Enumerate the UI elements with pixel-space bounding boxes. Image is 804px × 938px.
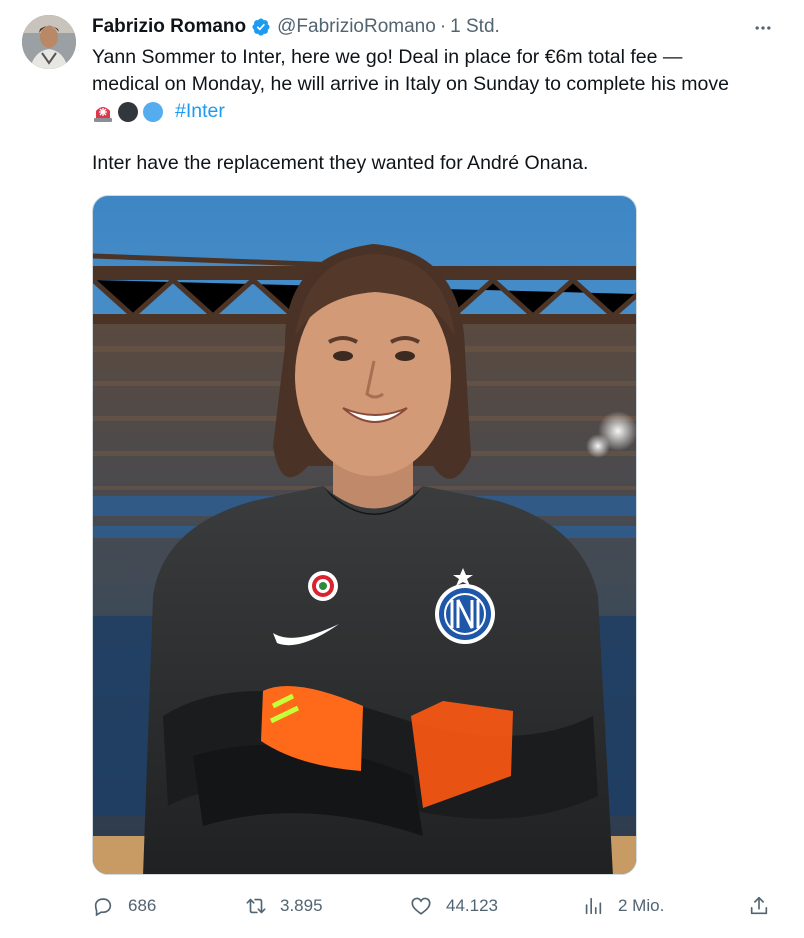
more-options-icon[interactable] — [748, 16, 778, 40]
like-button[interactable]: 44.123 — [410, 890, 498, 922]
header-separator: · — [439, 16, 447, 37]
view-count: 2 Mio. — [618, 896, 665, 915]
reply-count: 686 — [128, 896, 157, 915]
blue-circle-emoji-icon — [142, 101, 164, 123]
tweet-media-image[interactable] — [92, 195, 637, 875]
heart-icon — [410, 895, 432, 917]
views-button[interactable]: 2 Mio. — [582, 890, 664, 922]
siren-emoji-icon — [92, 101, 114, 123]
tweet-actions: 686 3.895 44.123 2 Mio. — [92, 890, 782, 922]
share-button[interactable] — [748, 890, 784, 922]
author-handle[interactable]: @FabrizioRomano — [277, 16, 436, 38]
tweet-header: Fabrizio Romano @FabrizioRomano · 1 Std. — [92, 14, 500, 40]
verified-badge-icon — [251, 17, 271, 37]
share-icon — [748, 895, 770, 917]
avatar[interactable] — [22, 15, 76, 69]
emoji-row: #Inter — [92, 98, 782, 125]
author-name[interactable]: Fabrizio Romano — [92, 16, 246, 38]
tweet-text: Yann Sommer to Inter, here we go! Deal i… — [92, 44, 782, 177]
tweet-line-1: Yann Sommer to Inter, here we go! Deal i… — [92, 46, 683, 68]
reply-button[interactable]: 686 — [92, 890, 156, 922]
retweet-count: 3.895 — [280, 896, 323, 915]
reply-icon — [92, 895, 114, 917]
views-chart-icon — [582, 895, 604, 917]
retweet-icon — [244, 895, 266, 917]
hashtag-link[interactable]: #Inter — [175, 98, 225, 125]
tweet: Fabrizio Romano @FabrizioRomano · 1 Std.… — [0, 0, 804, 938]
retweet-button[interactable]: 3.895 — [244, 890, 323, 922]
tweet-line-3: Inter have the replacement they wanted f… — [92, 152, 589, 174]
tweet-line-2: medical on Monday, he will arrive in Ita… — [92, 73, 729, 95]
like-count: 44.123 — [446, 896, 498, 915]
tweet-timestamp[interactable]: 1 Std. — [450, 16, 500, 38]
black-circle-emoji-icon — [117, 101, 139, 123]
